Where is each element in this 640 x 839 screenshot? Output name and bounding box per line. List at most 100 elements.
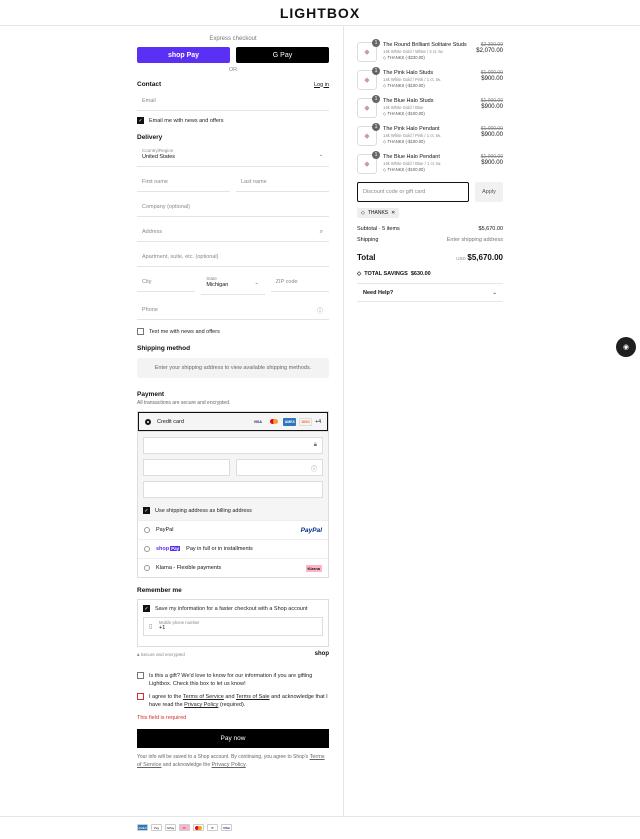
gift-checkbox-row[interactable]: Is this a gift? We'd love to know for ou… — [137, 672, 329, 688]
subtotal-label: Subtotal · 5 items — [357, 226, 400, 232]
discover-icon: DISC — [299, 417, 313, 426]
state-select[interactable]: State Michigan ⌄ — [201, 273, 265, 295]
quantity-badge: 1 — [372, 67, 380, 75]
lock-icon: 🔒︎ — [137, 651, 140, 657]
item-discount: ◇ THANKS (-$100.00) — [383, 83, 467, 88]
quantity-badge: 1 — [372, 39, 380, 47]
quantity-badge: 1 — [372, 95, 380, 103]
city-field[interactable]: City — [137, 273, 196, 292]
checkbox-unchecked-icon[interactable] — [137, 672, 144, 679]
checkbox-error-icon[interactable] — [137, 693, 144, 700]
brand-logo[interactable]: LIGHTBOX — [280, 5, 360, 21]
login-link[interactable]: Log in — [314, 82, 329, 88]
chat-widget-icon[interactable]: ◉ — [616, 337, 636, 357]
phone-field[interactable]: Phone ⓘ — [137, 301, 329, 320]
address-placeholder: Address — [142, 229, 163, 235]
country-select[interactable]: Country/Region United States ⌄ — [137, 145, 329, 167]
item-price: $1,000.00 $900.00 — [473, 154, 503, 174]
payment-option-klarna[interactable]: Klarna - Flexible payments Klarna — [138, 558, 328, 577]
help-icon[interactable]: ⓘ — [311, 464, 317, 473]
company-field[interactable]: Company (optional) — [137, 198, 329, 217]
contact-title: Contact — [137, 81, 162, 88]
agree-error-message: This field is required — [137, 715, 187, 721]
need-help-accordion[interactable]: Need Help? ⌄ — [357, 283, 503, 302]
billing-address-label: Use shipping address as billing address — [155, 507, 252, 514]
payment-option-shoppay[interactable]: shop Pay Pay in full or in installments — [138, 539, 328, 558]
first-name-field[interactable]: First name — [137, 173, 230, 192]
cart-item: ◆ 1 The Pink Halo Studs 14k White Gold / Pi… — [357, 67, 503, 90]
shop-privacy-link[interactable]: Privacy Policy — [212, 762, 246, 768]
total-savings-value: $630.00 — [410, 271, 431, 277]
radio-icon[interactable] — [144, 565, 150, 571]
text-news-checkbox-row[interactable]: Text me with news and offers — [137, 328, 329, 335]
agree-label: I agree to the Terms of Service and Term… — [149, 693, 329, 709]
close-icon[interactable]: ✕ — [391, 210, 395, 216]
total-row: Total USD $5,670.00 — [357, 253, 503, 262]
expiry-field[interactable] — [143, 459, 230, 476]
header: LIGHTBOX — [0, 0, 640, 26]
terms-of-service-link[interactable]: Terms of Service — [183, 694, 224, 700]
mobile-phone-field[interactable]: ▯ Mobile phone number +1 — [143, 617, 323, 636]
remember-me-box: ✓ Save my information for a faster check… — [137, 599, 329, 647]
address-field[interactable]: Address ⌕ — [137, 223, 329, 242]
item-price: $1,000.00 $900.00 — [473, 70, 503, 90]
item-name: The Pink Halo Studs — [383, 70, 434, 76]
visa-icon: VISA — [221, 824, 232, 831]
gpay-express-button[interactable]: G Pay — [236, 47, 329, 63]
agree-text-and: and — [225, 694, 235, 700]
payment-option-paypal[interactable]: PayPal PayPal — [138, 520, 328, 539]
checkbox-unchecked-icon[interactable] — [137, 328, 144, 335]
security-code-field[interactable]: ⓘ — [236, 459, 323, 476]
item-price-value: $2,070.00 — [476, 48, 503, 54]
total-value: $5,670.00 — [467, 253, 503, 262]
help-icon[interactable]: ⓘ — [317, 306, 323, 315]
zip-field[interactable]: ZIP code — [270, 273, 329, 292]
shipping-row: Shipping Enter shipping address — [357, 237, 503, 243]
item-name: The Round Brilliant Solitaire Studs — [383, 42, 467, 48]
chevron-down-icon: ⌄ — [254, 280, 259, 286]
email-news-checkbox-row[interactable]: ✓ Email me with news and offers — [137, 117, 329, 124]
radio-icon[interactable] — [144, 527, 150, 533]
phone-icon: ▯ — [149, 624, 153, 630]
item-info: The Pink Halo Studs 14k White Gold / Pink… — [383, 70, 467, 90]
disclaimer-pre: Your info will be saved to a Shop accoun… — [137, 754, 309, 760]
apartment-field[interactable]: Apartment, suite, etc. (optional) — [137, 248, 329, 267]
secure-encrypted-text: 🔒︎ Secure and encrypted — [137, 652, 185, 657]
email-news-label: Email me with news and offers — [149, 117, 224, 124]
checkbox-checked-icon[interactable]: ✓ — [143, 605, 150, 612]
shipping-label: Shipping — [357, 237, 379, 243]
amex-icon: AMEX — [137, 824, 148, 831]
item-discount: ◇ THANKS (-$100.00) — [383, 111, 467, 116]
card-details: 🔒︎ ⓘ ✓ Use shipping address as billing a… — [138, 431, 328, 520]
item-price: $1,000.00 $900.00 — [473, 126, 503, 146]
save-info-checkbox-row[interactable]: ✓ Save my information for a faster check… — [143, 605, 323, 612]
payment-option-credit-card[interactable]: Credit card VISA AMEX DISC +4 — [138, 412, 328, 431]
email-field[interactable]: Email — [137, 92, 329, 111]
product-image: ◆ 1 — [357, 123, 380, 146]
product-image: ◆ 1 — [357, 39, 380, 62]
quantity-badge: 1 — [372, 123, 380, 131]
discount-row: Discount code or gift card Apply — [357, 182, 503, 202]
checkbox-checked-icon[interactable]: ✓ — [137, 117, 144, 124]
checkbox-checked-icon[interactable]: ✓ — [143, 507, 150, 514]
last-name-field[interactable]: Last name — [236, 173, 329, 192]
amex-icon: AMEX — [283, 417, 297, 426]
apply-button[interactable]: Apply — [475, 182, 503, 202]
item-price: $1,000.00 $900.00 — [473, 98, 503, 118]
pay-now-button[interactable]: Pay now — [137, 729, 329, 748]
card-number-field[interactable]: 🔒︎ — [143, 437, 323, 454]
total-label: Total — [357, 253, 376, 262]
name-on-card-field[interactable] — [143, 481, 323, 498]
agree-checkbox-row[interactable]: I agree to the Terms of Service and Term… — [137, 693, 329, 709]
privacy-policy-link[interactable]: Privacy Policy — [184, 702, 218, 708]
shoppay-express-button[interactable]: shop Pay — [137, 47, 230, 63]
terms-of-sale-link[interactable]: Terms of Sale — [236, 694, 270, 700]
discount-code-input[interactable]: Discount code or gift card — [357, 182, 469, 202]
radio-icon[interactable] — [144, 546, 150, 552]
item-price-value: $900.00 — [481, 132, 503, 138]
billing-address-checkbox-row[interactable]: ✓ Use shipping address as billing addres… — [143, 503, 323, 518]
radio-selected-icon[interactable] — [145, 418, 151, 425]
chevron-down-icon: ⌄ — [318, 152, 323, 158]
item-discount-label: THANKS (-$100.00) — [387, 139, 425, 144]
cart-items: ◆ 1 The Round Brilliant Solitaire Studs 14k… — [357, 39, 503, 174]
